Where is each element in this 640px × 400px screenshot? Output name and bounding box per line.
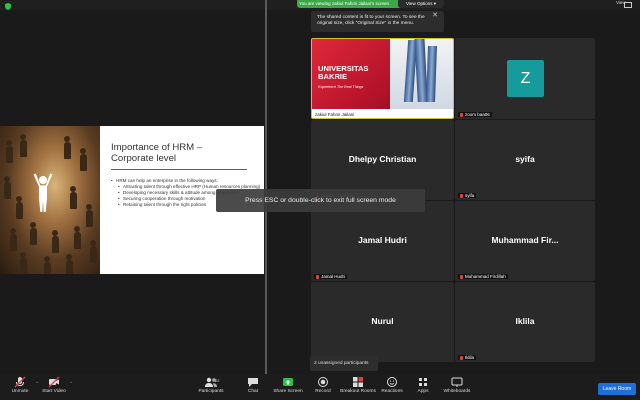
- video-tile-zoom-baa06[interactable]: Z zoom baa06: [455, 38, 595, 119]
- video-tile-zakiul[interactable]: UNIVERSITAS BAKRIE Experience The Real T…: [311, 38, 454, 119]
- participant-label: Muhammad Firdillah: [458, 274, 508, 279]
- split-divider[interactable]: [265, 0, 267, 374]
- video-tile[interactable]: Nurul: [311, 282, 454, 362]
- chat-button[interactable]: Chat: [233, 376, 273, 396]
- video-tile[interactable]: Dhelpy Christian Dhelpy Christian: [311, 120, 454, 200]
- participant-name: Muhammad Fir...: [491, 235, 559, 245]
- crowd-photo: [0, 126, 100, 274]
- zoom-meeting-window: You are viewing zakiul Fahmi Jailani's s…: [0, 0, 640, 400]
- muted-mic-icon: [460, 113, 463, 117]
- building-photo: [390, 39, 453, 111]
- apps-icon: [419, 378, 427, 386]
- chat-icon: [248, 378, 258, 387]
- participant-label: syifa: [458, 193, 477, 198]
- participant-label: zoom baa06: [458, 112, 492, 117]
- chevron-up-icon[interactable]: ^: [70, 380, 72, 385]
- leave-room-button[interactable]: Leave Room: [598, 383, 636, 395]
- viewing-banner-text: You are viewing zakiul Fahmi Jailani's s…: [299, 1, 389, 6]
- participant-name: Jamal Hudri: [358, 235, 407, 245]
- shield-icon[interactable]: [5, 3, 11, 10]
- participants-icon: [191, 376, 231, 388]
- start-video-button[interactable]: ^ Start Video: [34, 376, 74, 396]
- whiteboards-button[interactable]: Whiteboards: [437, 376, 477, 396]
- muted-microphone-icon: [14, 376, 26, 388]
- university-tagline: Experience The Real Things: [318, 85, 364, 89]
- video-tile[interactable]: Jamal Hudri Jamal Hudri: [311, 201, 454, 281]
- record-button[interactable]: Record: [303, 376, 343, 396]
- smiley-icon: [387, 377, 397, 387]
- participant-name: syifa: [515, 154, 535, 164]
- muted-mic-icon: [460, 194, 463, 198]
- view-options-button[interactable]: View Options ▾: [398, 0, 444, 8]
- participants-button[interactable]: 22 Participants: [191, 376, 231, 396]
- participant-count: 22: [215, 378, 220, 383]
- exit-fullscreen-hint: Press ESC or double-click to exit full s…: [216, 189, 425, 212]
- tooltip-text: The shared content is fit to your screen…: [317, 15, 425, 26]
- video-off-icon: [48, 376, 60, 388]
- view-button[interactable]: View: [616, 0, 626, 5]
- breakout-rooms-icon: [353, 377, 363, 387]
- participant-name: Nurul: [371, 316, 394, 326]
- video-tile[interactable]: Iklila Iklila: [455, 282, 595, 362]
- participant-label: Jamal Hudri: [314, 274, 348, 279]
- participant-name: Dhelpy Christian: [348, 154, 417, 164]
- video-tile[interactable]: syifa syifa: [455, 120, 595, 200]
- share-screen-button[interactable]: Share Screen: [268, 376, 308, 396]
- close-icon[interactable]: ✕: [432, 12, 438, 19]
- avatar: Z: [507, 60, 544, 97]
- record-icon: [318, 377, 328, 387]
- participant-label: zakiul Fahmi Jailani: [315, 112, 355, 117]
- participant-name: Iklila: [515, 316, 535, 326]
- muted-mic-icon: [460, 356, 463, 360]
- slide-title-rule: [111, 169, 247, 170]
- fit-to-screen-tooltip: The shared content is fit to your screen…: [311, 11, 444, 32]
- muted-mic-icon: [316, 275, 319, 279]
- video-tile[interactable]: Muhammad Fir... Muhammad Firdillah: [455, 201, 595, 281]
- share-screen-icon: [283, 378, 293, 386]
- slide-title: Importance of HRM – Corporate level: [111, 142, 203, 164]
- raised-arms-figure: [33, 173, 53, 212]
- unassigned-participants-notice[interactable]: 2 unassigned participants: [310, 356, 378, 371]
- university-title: UNIVERSITAS BAKRIE: [318, 64, 369, 81]
- participant-label: Iklila: [458, 355, 477, 360]
- whiteboard-icon: [451, 377, 463, 387]
- muted-mic-icon: [460, 275, 463, 279]
